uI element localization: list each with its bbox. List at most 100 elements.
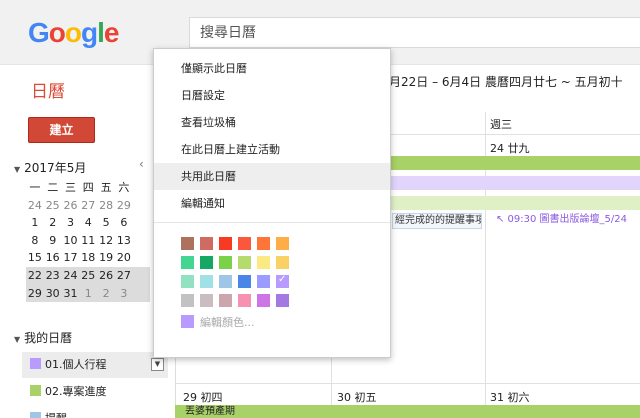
mini-calendar-day[interactable]: 26 [97,267,115,285]
logo-letter: e [103,17,120,48]
color-swatch[interactable] [219,275,232,288]
mini-calendar-week: 123456 [26,214,150,232]
day-number-31[interactable]: 31 初六 [490,389,530,405]
mini-calendar-day[interactable]: 28 [97,197,115,215]
mini-calendar-day[interactable]: 30 [44,285,62,303]
color-swatch[interactable] [257,294,270,307]
mini-calendar-day[interactable]: 11 [79,232,97,250]
mini-calendar-day[interactable]: 2 [97,285,115,303]
mini-calendar-day[interactable]: 2 [44,214,62,232]
menu-item-5[interactable]: 編輯通知 [154,190,390,217]
color-swatch[interactable] [181,275,194,288]
mini-calendar-day[interactable]: 3 [115,285,133,303]
day-number-24[interactable]: 24 廿九 [490,140,530,156]
color-swatch[interactable] [257,275,270,288]
mini-calendar-day[interactable]: 26 [62,197,80,215]
color-swatch[interactable] [200,294,213,307]
color-swatch[interactable] [257,237,270,250]
color-swatch[interactable] [238,256,251,269]
color-swatch[interactable] [219,256,232,269]
mini-calendar-day[interactable]: 23 [44,267,62,285]
day-number-29[interactable]: 29 初四 [183,389,223,405]
color-swatch[interactable] [219,237,232,250]
create-button[interactable]: 建立 [28,117,95,143]
chevron-left-icon[interactable]: ‹ [139,157,144,171]
task-event-chip[interactable]: 經完成的的提醒事項 [392,213,482,229]
mini-calendar-day[interactable]: 29 [26,285,44,303]
mini-calendar-day[interactable]: 19 [97,249,115,267]
mini-calendar-day[interactable]: 27 [115,267,133,285]
color-swatch[interactable] [200,237,213,250]
mini-calendar-day[interactable]: 3 [62,214,80,232]
mini-calendar-title[interactable]: ▼ 2017年5月 [14,159,86,176]
calendar-item-personal[interactable]: 01.個人行程 ▼ [22,352,168,378]
mini-calendar-day[interactable]: 1 [26,214,44,232]
color-row [181,274,390,294]
weekday-label: 四 [82,181,94,194]
color-swatch[interactable] [181,237,194,250]
mini-calendar-day[interactable]: 29 [115,197,133,215]
calendar-options-dropdown-icon[interactable]: ▼ [151,358,164,371]
mini-calendar-day[interactable]: 12 [97,232,115,250]
color-row [181,237,390,256]
color-swatch[interactable] [276,237,289,250]
mini-calendar-day[interactable]: 15 [26,249,44,267]
mini-calendar: 一二三四五六 24 25 26 27 28 29 1 2 3 4 5 6 8 9 10 11 12 13 15 16 17… [26,179,150,303]
mini-calendar-day[interactable]: 22 [26,267,44,285]
mini-calendar-day[interactable]: 4 [79,214,97,232]
search-input[interactable] [190,18,640,47]
mini-calendar-day[interactable]: 24 [62,267,80,285]
collapse-triangle-icon: ▼ [14,335,21,344]
mini-calendar-week: 15 16 17 18 19 20 [26,249,150,267]
color-swatch[interactable] [276,274,289,288]
mini-calendar-day[interactable]: 8 [26,232,44,250]
mini-calendar-day[interactable]: 17 [62,249,80,267]
timed-event-chip[interactable]: ↖ 09:30 圖書出版論壇_5/24 [494,213,640,229]
color-swatch[interactable] [181,256,194,269]
menu-item-0[interactable]: 僅顯示此日曆 [154,55,390,82]
calendar-item-reminders[interactable]: 提醒 [22,406,168,418]
mini-calendar-day[interactable]: 20 [115,249,133,267]
menu-item-3[interactable]: 在此日曆上建立活動 [154,136,390,163]
color-swatch[interactable] [219,294,232,307]
color-swatch[interactable] [276,294,289,307]
my-calendars-header[interactable]: ▼ 我的日曆 [14,329,72,346]
mini-calendar-day[interactable]: 27 [79,197,97,215]
color-swatch[interactable] [257,256,270,269]
mini-calendar-day[interactable]: 18 [79,249,97,267]
color-swatch[interactable] [238,294,251,307]
mini-calendar-day[interactable]: 9 [44,232,62,250]
search-box[interactable] [189,17,640,48]
mini-calendar-day[interactable]: 31 [62,285,80,303]
custom-color-swatch [181,315,194,328]
menu-item-1[interactable]: 日曆設定 [154,82,390,109]
mini-calendar-day[interactable]: 25 [44,197,62,215]
mini-calendar-day[interactable]: 16 [44,249,62,267]
mini-calendar-day[interactable]: 1 [79,285,97,303]
mini-calendar-week: 8 9 10 11 12 13 [26,232,150,250]
menu-item-4[interactable]: 共用此日曆 [154,163,390,190]
collapse-triangle-icon: ▼ [14,165,21,174]
menu-item-2[interactable]: 查看垃圾桶 [154,109,390,136]
google-logo[interactable]: Google [28,17,120,49]
mini-calendar-day[interactable]: 5 [97,214,115,232]
color-swatch[interactable] [238,275,251,288]
calendar-item-project[interactable]: 02.專案進度 [22,379,168,405]
mini-calendar-day[interactable]: 25 [79,267,97,285]
color-swatch[interactable] [200,256,213,269]
color-swatch[interactable] [181,294,194,307]
day-number-30[interactable]: 30 初五 [337,389,377,405]
weekday-label: 一 [29,181,41,194]
custom-color-item[interactable]: 編輯顏色... [154,315,390,331]
mini-calendar-day[interactable]: 6 [115,214,133,232]
color-swatch[interactable] [200,275,213,288]
column-header-wed[interactable]: 週三 [490,116,512,132]
mini-calendar-day[interactable]: 13 [115,232,133,250]
all-day-event-bar-bottom[interactable]: 丟婆預產期 [175,405,640,418]
calendar-options-menu: 僅顯示此日曆日曆設定查看垃圾桶在此日曆上建立活動共用此日曆編輯通知 編輯顏色..… [153,48,391,358]
mini-calendar-day[interactable]: 24 [26,197,44,215]
logo-letter: o [64,17,82,48]
mini-calendar-day[interactable]: 10 [62,232,80,250]
color-swatch[interactable] [276,256,289,269]
color-swatch[interactable] [238,237,251,250]
